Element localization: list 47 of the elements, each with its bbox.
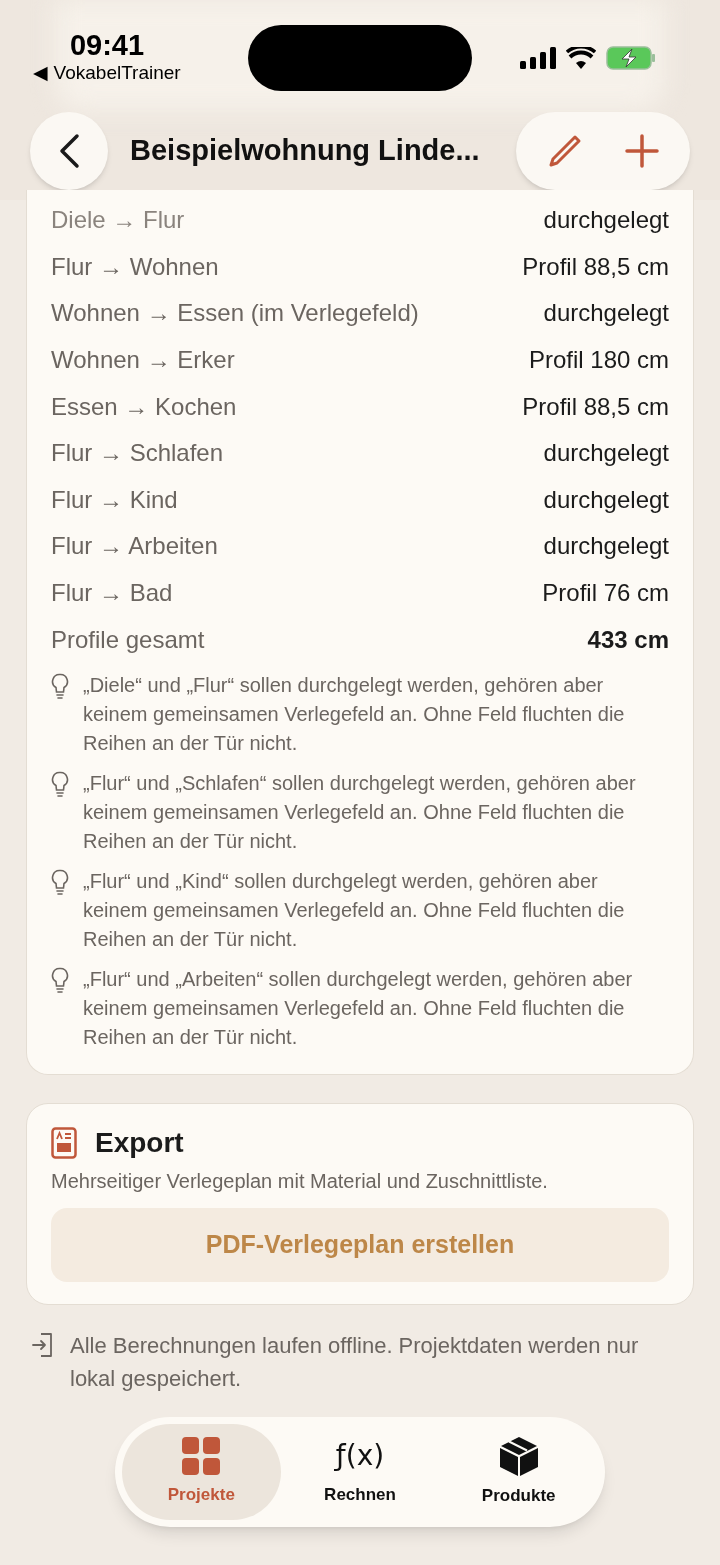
offline-note: Alle Berechnungen laufen offline. Projektdaten werden nur lokal gespeichert. bbox=[70, 1331, 640, 1393]
transition-value: durchgelegt bbox=[543, 484, 669, 515]
lightbulb-icon bbox=[51, 966, 69, 993]
transition-label: Flur → Bad bbox=[51, 578, 173, 609]
lightbulb-icon bbox=[51, 770, 69, 797]
box-icon bbox=[497, 1435, 540, 1478]
clock: 09:41 bbox=[69, 28, 145, 62]
transition-label: Essen → Kochen bbox=[51, 391, 237, 422]
lightbulb-icon bbox=[51, 868, 69, 895]
transition-value: Profil 180 cm bbox=[528, 345, 669, 376]
transition-label: Flur → Arbeiten bbox=[51, 531, 218, 562]
transition-value: Profil 76 cm bbox=[542, 578, 669, 609]
transition-label: Flur → Kind bbox=[51, 484, 178, 515]
lightbulb-icon bbox=[51, 672, 69, 699]
transition-value: Profil 88,5 cm bbox=[522, 391, 669, 422]
hint-text: „Diele“ und „Flur“ sollen durchgelegt werden, gehören aber keinem gemeinsamen Verlegefeld an. Ohne Feld fluchten die Reihen an der Tür nicht. bbox=[83, 672, 626, 756]
transition-label: Diele → Flur bbox=[51, 205, 185, 236]
tab[interactable]: ƒ(x) Rechnen bbox=[280, 1424, 440, 1520]
wifi-icon bbox=[566, 47, 596, 69]
tab[interactable]: Projekte bbox=[122, 1424, 281, 1520]
total-value: 433 cm bbox=[587, 624, 669, 655]
export-title: Export bbox=[95, 1125, 184, 1160]
signal-icon bbox=[520, 47, 556, 69]
grid-icon bbox=[181, 1436, 222, 1477]
transition-value: durchgelegt bbox=[543, 205, 669, 236]
plus-icon bbox=[624, 134, 659, 168]
transition-value: durchgelegt bbox=[543, 531, 669, 562]
back-to-app-link[interactable]: ◀ VokabelTrainer bbox=[33, 62, 181, 84]
transition-label: Flur → Schlafen bbox=[51, 438, 224, 469]
transition-value: durchgelegt bbox=[543, 298, 669, 329]
transition-label: Wohnen → Essen (im Verlegefeld) bbox=[51, 298, 419, 329]
transition-label: Wohnen → Erker bbox=[51, 345, 235, 376]
transition-value: Profil 88,5 cm bbox=[522, 251, 669, 282]
sign-in-icon bbox=[32, 1331, 54, 1358]
chevron-left-icon bbox=[58, 133, 80, 169]
hint-text: „Flur“ und „Kind“ sollen durchgelegt werden, gehören aber keinem gemeinsamen Verlegefeld an. Ohne Feld fluchten die Reihen an der Tür nicht. bbox=[83, 868, 626, 952]
transition-label: Flur → Wohnen bbox=[51, 251, 219, 282]
transition-value: durchgelegt bbox=[543, 438, 669, 469]
document-icon bbox=[51, 1126, 77, 1159]
hint-text: „Flur“ und „Arbeiten“ sollen durchgelegt werden, gehören aber keinem gemeinsamen Verlegefeld an. Ohne Feld fluchten die Reihen an der Tür nicht. bbox=[83, 966, 634, 1050]
tab[interactable]: Produkte bbox=[439, 1424, 598, 1520]
function-icon: ƒ(x) bbox=[333, 1436, 387, 1477]
hint-text: „Flur“ und „Schlafen“ sollen durchgelegt werden, gehören aber keinem gemeinsamen Verlegefeld an. Ohne Feld fluchten die Reihen an der Tür nicht. bbox=[83, 770, 637, 854]
page-title: Beispielwohnung Linde... bbox=[130, 133, 480, 169]
export-description: Mehrseitiger Verlegeplan mit Material und Zuschnittliste. bbox=[51, 1168, 549, 1194]
total-label: Profile gesamt bbox=[51, 624, 205, 655]
battery-icon bbox=[606, 46, 656, 70]
